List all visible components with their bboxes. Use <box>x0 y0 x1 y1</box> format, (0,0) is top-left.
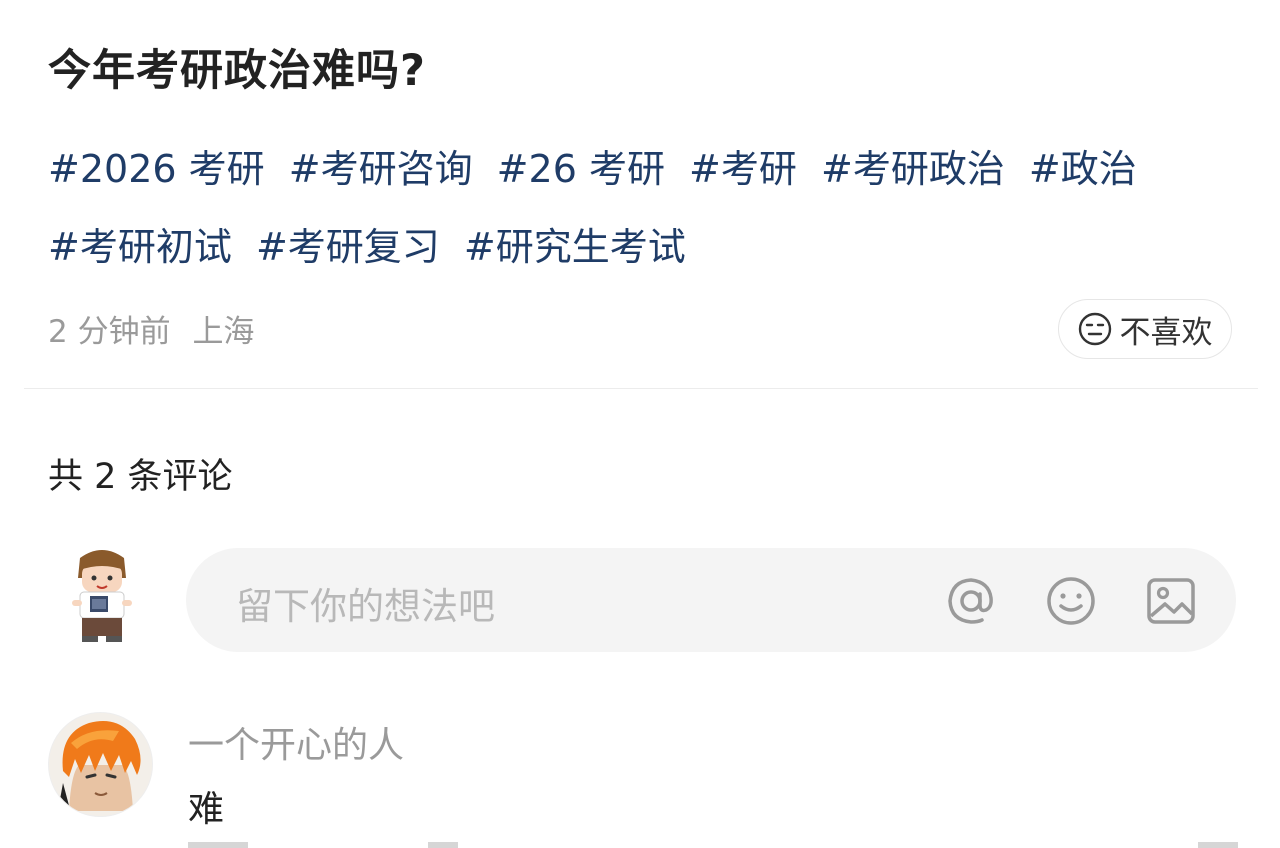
at-icon[interactable] <box>944 574 998 628</box>
tag-link[interactable]: #考研初试 <box>48 225 232 269</box>
my-avatar[interactable] <box>62 546 142 650</box>
tag-link[interactable]: #2026 考研 <box>48 147 265 191</box>
comment-count: 共 2 条评论 <box>48 457 233 497</box>
emoji-icon[interactable] <box>1044 574 1098 628</box>
tag-link[interactable]: #考研 <box>689 147 797 191</box>
image-icon[interactable] <box>1144 574 1198 628</box>
post-location: 上海 <box>192 314 255 350</box>
post-title: 今年考研政治难吗? <box>48 46 426 96</box>
tag-link[interactable]: #政治 <box>1029 147 1137 191</box>
post-meta: 2 分钟前 上海 <box>48 306 254 351</box>
dislike-button[interactable]: 不喜欢 <box>1058 299 1232 359</box>
divider <box>24 388 1258 389</box>
neutral-face-icon <box>1078 312 1111 346</box>
post-time: 2 分钟前 <box>48 314 171 350</box>
tag-link[interactable]: #26 考研 <box>497 147 665 191</box>
dislike-label: 不喜欢 <box>1119 314 1213 351</box>
comment-input[interactable]: 留下你的想法吧 <box>186 548 1236 652</box>
comment-text: 难 <box>188 789 225 830</box>
tag-link[interactable]: #考研咨询 <box>289 147 473 191</box>
commenter-name[interactable]: 一个开心的人 <box>188 716 404 768</box>
comment-placeholder: 留下你的想法吧 <box>236 585 495 628</box>
commenter-avatar[interactable] <box>48 712 153 817</box>
tag-link[interactable]: #考研政治 <box>821 147 1005 191</box>
tag-link[interactable]: #研究生考试 <box>464 225 686 269</box>
tag-link[interactable]: #考研复习 <box>256 225 440 269</box>
commenter-avatar-image <box>49 713 152 816</box>
tag-list: #2026 考研 #考研咨询 #26 考研 #考研 #考研政治 #政治 #考研初… <box>48 130 1248 286</box>
